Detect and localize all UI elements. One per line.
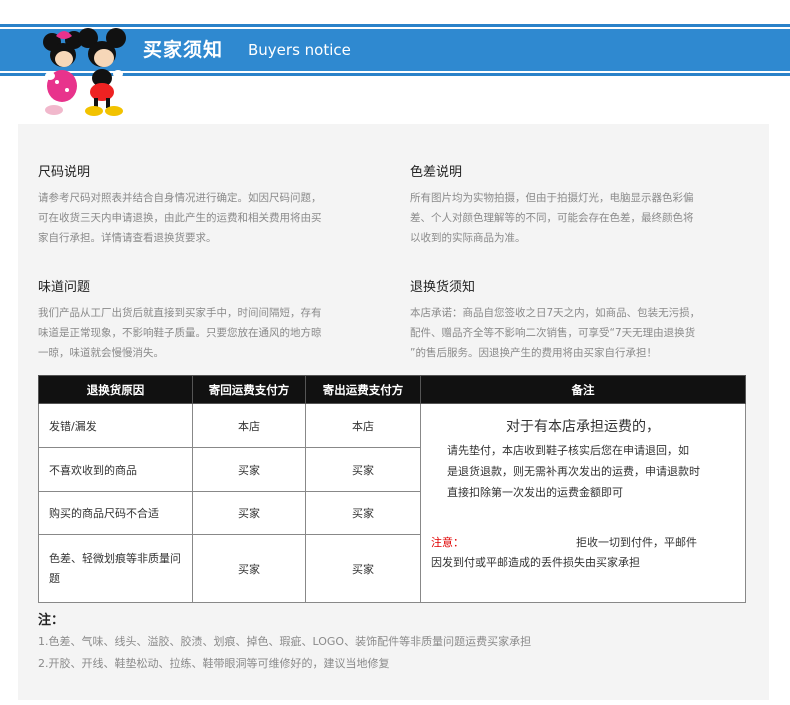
returns-line: ”的售后服务。因退换产生的费用将由买家自行承担！ [410, 347, 657, 359]
size-line: 可在收货三天内申请退换，由此产生的运费和相关费用将由买 [38, 212, 322, 224]
return-payer-cell: 买家 [192, 491, 306, 535]
color-line: 所有图片均为实物拍摄，但由于拍摄灯光，电脑显示器色彩偏 [410, 192, 694, 204]
returns-section: 退换货须知 本店承诺：商品自您签收之日7天之内，如商品、包装无污损， 配件、赠品… [410, 279, 740, 363]
smell-line: 一晾，味道就会慢慢消失。 [38, 347, 164, 359]
remark-line: 是退货退款，则无需补再次发出的运费，申请退款时 [447, 465, 700, 478]
remark-cell: 对于有本店承担运费的， 请先垫付，本店收到鞋子核实后您在申请退回，如 是退货退款… [420, 403, 746, 603]
smell-line: 我们产品从工厂出货后就直接到买家手中，时间间隔短，存有 [38, 307, 322, 319]
returns-line: 本店承诺：商品自您签收之日7天之内，如商品、包装无污损， [410, 307, 701, 319]
color-line: 以收到的实际商品为准。 [410, 232, 526, 244]
header-remark: 备注 [420, 375, 746, 404]
attention-label: 注意： [431, 536, 464, 549]
footnote-item: 1.色差、气味、线头、溢胶、胶渍、划痕、掉色、瑕疵、LOGO、装饰配件等非质量问… [38, 635, 532, 648]
returns-section-title: 退换货须知 [410, 280, 476, 295]
size-line: 请参考尺码对照表并结合自身情况进行确定。如因尺码问题， [38, 192, 322, 204]
footnote-title: 注： [38, 613, 65, 628]
header-send-payer: 寄出运费支付方 [305, 375, 421, 404]
reason-cell: 色差、轻微划痕等非质量问题 [38, 534, 193, 603]
attention-text: 因发到付或平邮造成的丢件损失由买家承担 [431, 556, 640, 569]
smell-line: 味道是正常现象，不影响鞋子质量。只要您放在通风的地方晾 [38, 327, 322, 339]
header-reason: 退换货原因 [38, 375, 193, 404]
table-row: 发错/漏发 本店 本店 对于有本店承担运费的， 请先垫付，本店收到鞋子核实后您在… [38, 403, 746, 603]
color-section-body: 所有图片均为实物拍摄，但由于拍摄灯光，电脑显示器色彩偏 差、个人对颜色理解等的不… [410, 188, 740, 248]
header-band-top-line [0, 24, 790, 27]
color-line: 差、个人对颜色理解等的不同，可能会存在色差，最终颜色将 [410, 212, 694, 224]
reason-cell: 购买的商品尺码不合适 [38, 491, 193, 535]
return-policy-table: 退换货原因 寄回运费支付方 寄出运费支付方 备注 发错/漏发 本店 本店 对于有… [38, 375, 746, 603]
remark-text: 请先垫付，本店收到鞋子核实后您在申请退回，如 是退货退款，则无需补再次发出的运费… [431, 440, 735, 503]
returns-line: 配件、赠品齐全等不影响二次销售，可享受“7天无理由退换货 [410, 327, 696, 339]
returns-section-body: 本店承诺：商品自您签收之日7天之内，如商品、包装无污损， 配件、赠品齐全等不影响… [410, 303, 740, 363]
color-section: 色差说明 所有图片均为实物拍摄，但由于拍摄灯光，电脑显示器色彩偏 差、个人对颜色… [410, 164, 740, 248]
remark-line: 直接扣除第一次发出的运费金额即可 [447, 486, 623, 499]
color-section-title: 色差说明 [410, 165, 463, 180]
attention-text: 拒收一切到付件，平邮件 [576, 536, 697, 549]
mouse-mascot-icon [43, 28, 126, 116]
return-payer-cell: 买家 [192, 447, 306, 492]
size-section-body: 请参考尺码对照表并结合自身情况进行确定。如因尺码问题， 可在收货三天内申请退换，… [38, 188, 368, 248]
send-payer-cell: 买家 [305, 447, 421, 492]
smell-section: 味道问题 我们产品从工厂出货后就直接到买家手中，时间间隔短，存有 味道是正常现象… [38, 279, 368, 363]
page-title: 买家须知 [143, 39, 224, 61]
reason-cell: 发错/漏发 [38, 403, 193, 448]
send-payer-cell: 本店 [305, 403, 421, 448]
remark-heading: 对于有本店承担运费的， [506, 419, 660, 435]
header-return-payer: 寄回运费支付方 [192, 375, 306, 404]
footnote-item: 2.开胶、开线、鞋垫松动、拉练、鞋带眼洞等可维修好的，建议当地修复 [38, 657, 390, 670]
smell-section-body: 我们产品从工厂出货后就直接到买家手中，时间间隔短，存有 味道是正常现象，不影响鞋… [38, 303, 368, 363]
page-subtitle: Buyers notice [248, 41, 351, 59]
send-payer-cell: 买家 [305, 534, 421, 603]
attention-note: 注意： 拒收一切到付件，平邮件 因发到付或平邮造成的丢件损失由买家承担 [431, 533, 735, 573]
reason-cell: 不喜欢收到的商品 [38, 447, 193, 492]
size-line: 家自行承担。详情请查看退换货要求。 [38, 232, 217, 244]
size-section-title: 尺码说明 [38, 165, 91, 180]
smell-section-title: 味道问题 [38, 280, 91, 295]
size-section: 尺码说明 请参考尺码对照表并结合自身情况进行确定。如因尺码问题， 可在收货三天内… [38, 164, 368, 248]
return-payer-cell: 买家 [192, 534, 306, 603]
table-header-row: 退换货原因 寄回运费支付方 寄出运费支付方 备注 [38, 375, 746, 404]
remark-line: 请先垫付，本店收到鞋子核实后您在申请退回，如 [447, 444, 689, 457]
return-payer-cell: 本店 [192, 403, 306, 448]
send-payer-cell: 买家 [305, 491, 421, 535]
